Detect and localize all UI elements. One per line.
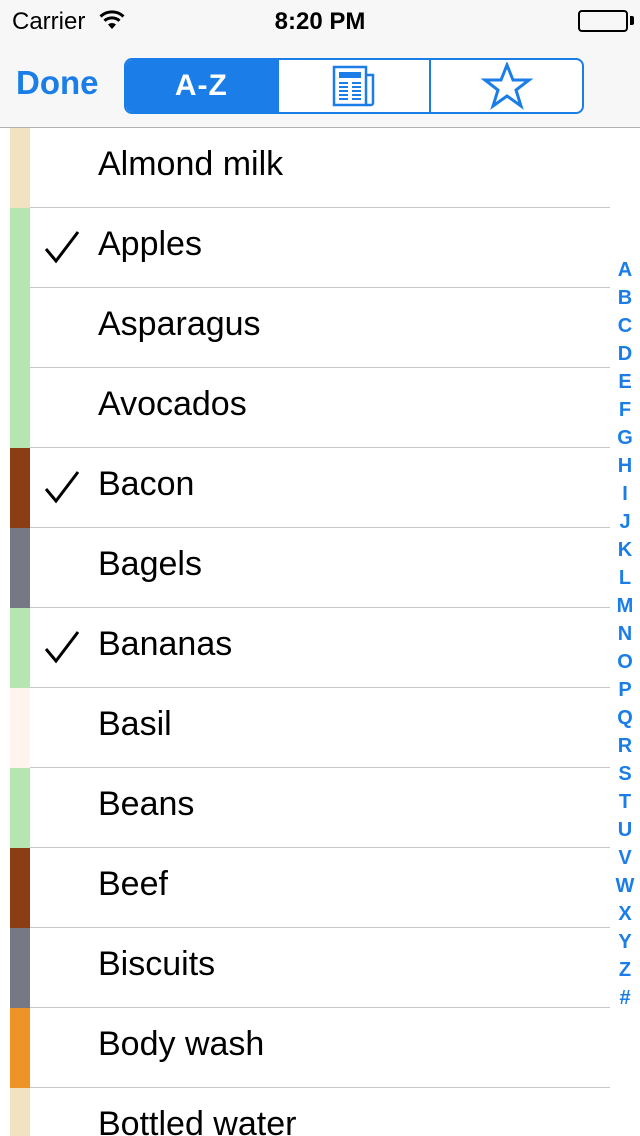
index-letter[interactable]: T <box>610 788 640 816</box>
index-letter[interactable]: B <box>610 284 640 312</box>
list-item-label: Bagels <box>98 545 202 583</box>
index-letter[interactable]: O <box>610 648 640 676</box>
list-item[interactable]: Avocados <box>0 368 610 448</box>
list-item[interactable]: Bananas <box>0 608 610 688</box>
grocery-list: Almond milk Apples Asparagus Avocados Bacon B… <box>0 128 610 1136</box>
index-letter[interactable]: E <box>610 368 640 396</box>
checkmark-icon <box>44 630 80 666</box>
category-color-bar <box>10 448 30 528</box>
category-color-bar <box>10 1088 30 1136</box>
index-letter[interactable]: H <box>610 452 640 480</box>
index-letter[interactable]: U <box>610 816 640 844</box>
segment-az[interactable]: A-Z <box>126 60 279 112</box>
list-item[interactable]: Body wash <box>0 1008 610 1088</box>
index-letter[interactable]: G <box>610 424 640 452</box>
checkmark-icon <box>44 230 80 266</box>
list-item[interactable]: Beef <box>0 848 610 928</box>
index-letter[interactable]: R <box>610 732 640 760</box>
list-item[interactable]: Biscuits <box>0 928 610 1008</box>
index-letter[interactable]: C <box>610 312 640 340</box>
index-letter[interactable]: P <box>610 676 640 704</box>
category-color-bar <box>10 688 30 768</box>
segment-az-label: A-Z <box>174 69 228 102</box>
status-bar: Carrier 8:20 PM <box>0 0 640 40</box>
checkmark-icon <box>44 470 80 506</box>
list-item[interactable]: Asparagus <box>0 288 610 368</box>
category-color-bar <box>10 208 30 288</box>
battery-icon <box>578 10 628 32</box>
list-item-label: Beef <box>98 865 168 903</box>
index-letter[interactable]: Y <box>610 928 640 956</box>
list-item-label: Bottled water <box>98 1105 297 1136</box>
list-item-label: Almond milk <box>98 145 284 183</box>
list-item-label: Beans <box>98 785 195 823</box>
index-letter[interactable]: N <box>610 620 640 648</box>
index-letter[interactable]: V <box>610 844 640 872</box>
list-item-label: Biscuits <box>98 945 216 983</box>
list-item-label: Bananas <box>98 625 233 663</box>
category-color-bar <box>10 608 30 688</box>
category-color-bar <box>10 768 30 848</box>
index-letter[interactable]: Q <box>610 704 640 732</box>
category-color-bar <box>10 928 30 1008</box>
index-letter[interactable]: X <box>610 900 640 928</box>
list-item[interactable]: Bottled water <box>0 1088 610 1136</box>
index-letter[interactable]: D <box>610 340 640 368</box>
index-letter[interactable]: W <box>610 872 640 900</box>
list-item-label: Bacon <box>98 465 195 503</box>
star-icon <box>480 62 533 110</box>
list-item-label: Apples <box>98 225 202 263</box>
index-letter[interactable]: J <box>610 508 640 536</box>
list-item-label: Basil <box>98 705 172 743</box>
status-time: 8:20 PM <box>274 8 366 35</box>
category-color-bar <box>10 368 30 448</box>
category-color-bar <box>10 128 30 208</box>
list-item[interactable]: Apples <box>0 208 610 288</box>
segment-favorites[interactable] <box>431 60 582 112</box>
index-letter[interactable]: # <box>610 984 640 1012</box>
list-item[interactable]: Beans <box>0 768 610 848</box>
list-item-label: Avocados <box>98 385 247 423</box>
done-button[interactable]: Done <box>16 64 99 102</box>
list-item[interactable]: Bagels <box>0 528 610 608</box>
index-letter[interactable]: Z <box>610 956 640 984</box>
category-color-bar <box>10 1008 30 1088</box>
nav-bar: Done A-Z <box>0 40 640 128</box>
category-color-bar <box>10 288 30 368</box>
category-color-bar <box>10 528 30 608</box>
sort-segmented-control: A-Z <box>124 58 584 114</box>
battery-nub <box>630 16 634 25</box>
index-letter[interactable]: M <box>610 592 640 620</box>
index-letter[interactable]: S <box>610 760 640 788</box>
index-letter[interactable]: F <box>610 396 640 424</box>
list-item-label: Body wash <box>98 1025 265 1063</box>
index-letter[interactable]: L <box>610 564 640 592</box>
index-letter[interactable]: A <box>610 256 640 284</box>
index-letter[interactable]: I <box>610 480 640 508</box>
list-item[interactable]: Basil <box>0 688 610 768</box>
segment-newspaper[interactable] <box>279 60 432 112</box>
index-letter[interactable]: K <box>610 536 640 564</box>
list-item[interactable]: Bacon <box>0 448 610 528</box>
list-item-label: Asparagus <box>98 305 261 343</box>
category-color-bar <box>10 848 30 928</box>
newspaper-icon <box>332 65 376 107</box>
section-index[interactable]: A B C D E F G H I J K L M N O P Q R S T U V W X Y Z # <box>610 256 640 1012</box>
list-item[interactable]: Almond milk <box>0 128 610 208</box>
